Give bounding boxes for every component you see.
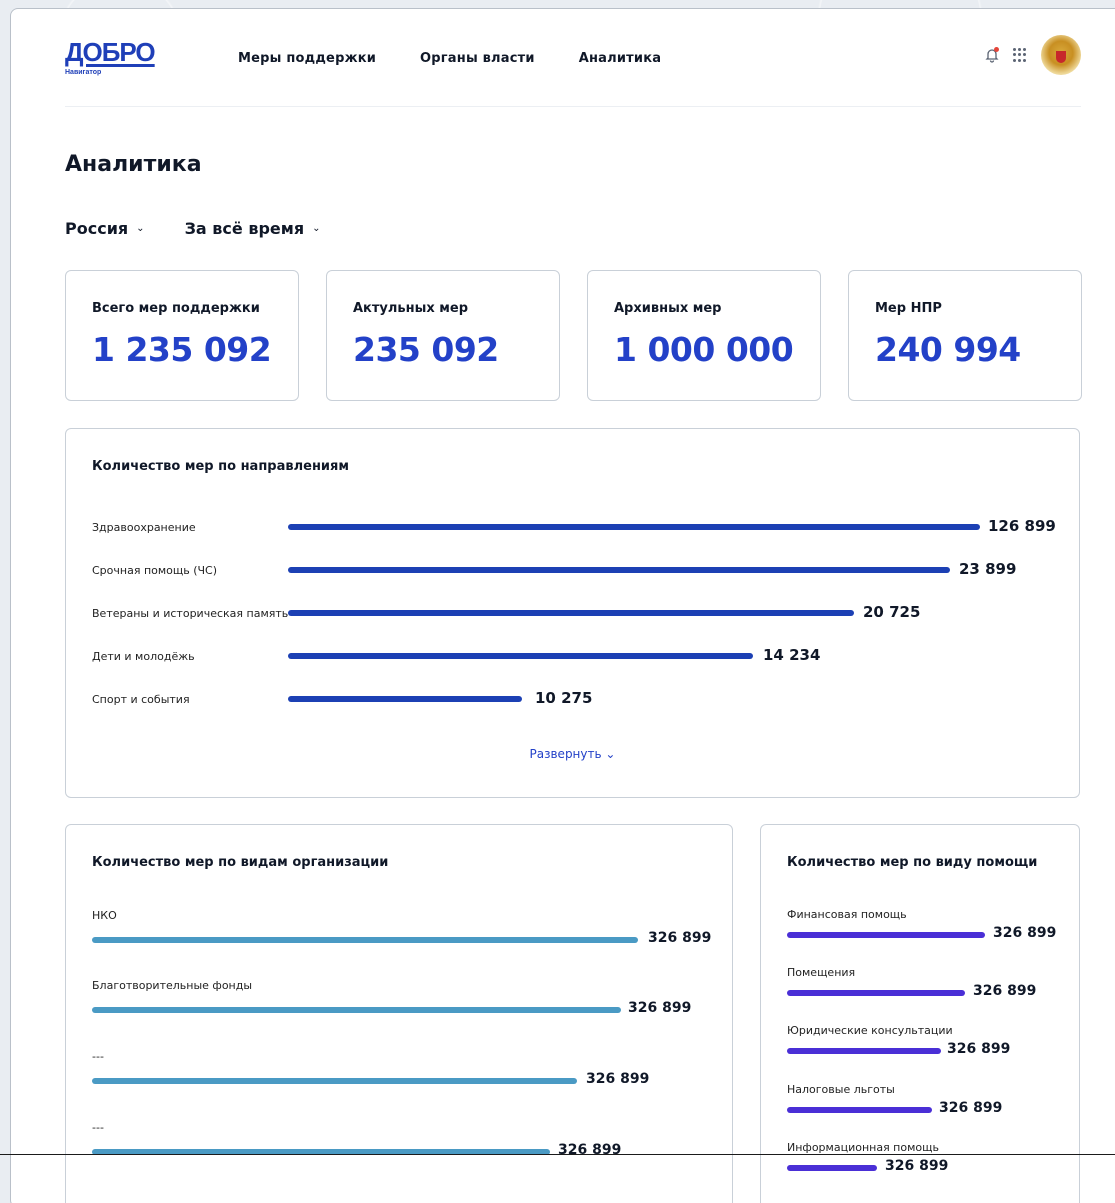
- region-filter-label: Россия: [65, 219, 129, 238]
- direction-label: Спорт и события: [92, 693, 190, 706]
- org-label: Благотворительные фонды: [92, 979, 253, 992]
- org-row: --- 326 899: [92, 1050, 712, 1091]
- help-value: 326 899: [939, 1100, 1003, 1116]
- direction-value: 126 899: [988, 517, 1056, 535]
- direction-bar: [288, 610, 854, 616]
- nav-analytics[interactable]: Аналитика: [579, 51, 662, 66]
- header-actions: [985, 35, 1081, 75]
- direction-label: Дети и молодёжь: [92, 650, 195, 663]
- chevron-down-icon: ⌄: [312, 223, 321, 234]
- filters-bar: Россия ⌄ За всё время ⌄: [65, 219, 321, 238]
- expand-label: Развернуть: [529, 747, 602, 761]
- region-filter[interactable]: Россия ⌄: [65, 219, 145, 238]
- expand-link[interactable]: Развернуть ⌄: [66, 747, 1079, 761]
- org-label: НКО: [92, 909, 117, 922]
- help-row: Финансовая помощь 326 899: [787, 908, 1067, 945]
- org-value: 326 899: [648, 930, 712, 946]
- direction-label: Ветераны и историческая память: [92, 607, 289, 620]
- stat-card-actual: Актульных мер 235 092: [326, 270, 560, 401]
- help-bar: [787, 1048, 941, 1054]
- bell-icon[interactable]: [985, 47, 999, 63]
- direction-bar: [288, 567, 950, 573]
- org-label: ---: [92, 1121, 104, 1134]
- direction-value: 14 234: [763, 646, 821, 664]
- org-bar: [92, 1007, 621, 1013]
- help-bar: [787, 990, 965, 996]
- page-title: Аналитика: [65, 152, 202, 177]
- direction-value: 20 725: [863, 603, 921, 621]
- help-label: Помещения: [787, 966, 856, 979]
- help-types-panel: Количество мер по виду помощи Финансовая…: [760, 824, 1080, 1203]
- divider-line: [0, 1154, 1115, 1155]
- stat-value: 240 994: [875, 330, 1021, 369]
- org-row: НКО 326 899: [92, 909, 712, 950]
- stats-cards: Всего мер поддержки 1 235 092 Актульных …: [65, 270, 1082, 401]
- stat-value: 1 235 092: [92, 330, 272, 369]
- help-label: Информационная помощь: [787, 1141, 939, 1154]
- direction-bar: [288, 524, 980, 530]
- period-filter[interactable]: За всё время ⌄: [185, 219, 321, 238]
- direction-value: 10 275: [535, 689, 593, 707]
- help-row: Юридические консультации 326 899: [787, 1024, 1067, 1061]
- avatar[interactable]: [1041, 35, 1081, 75]
- nav-support-measures[interactable]: Меры поддержки: [238, 51, 376, 66]
- directions-panel: Количество мер по направлениям Здравоохр…: [65, 428, 1080, 798]
- org-label: ---: [92, 1050, 104, 1063]
- direction-bar: [288, 653, 753, 659]
- help-value: 326 899: [885, 1158, 949, 1174]
- notification-dot: [994, 47, 999, 52]
- help-value: 326 899: [993, 925, 1057, 941]
- org-value: 326 899: [586, 1071, 650, 1087]
- org-value: 326 899: [558, 1142, 622, 1158]
- org-bar: [92, 1078, 577, 1084]
- top-header: ДОБРО Навигатор Меры поддержки Органы вл…: [65, 31, 1081, 107]
- coat-of-arms-icon: [1056, 51, 1066, 63]
- stat-card-total: Всего мер поддержки 1 235 092: [65, 270, 299, 401]
- direction-label: Срочная помощь (ЧС): [92, 564, 218, 577]
- stat-card-npr: Мер НПР 240 994: [848, 270, 1082, 401]
- app-window: ДОБРО Навигатор Меры поддержки Органы вл…: [10, 8, 1115, 1203]
- help-value: 326 899: [973, 983, 1037, 999]
- stat-value: 235 092: [353, 330, 499, 369]
- period-filter-label: За всё время: [184, 219, 305, 238]
- help-label: Налоговые льготы: [787, 1083, 895, 1096]
- help-bar: [787, 1165, 877, 1171]
- direction-value: 23 899: [959, 560, 1017, 578]
- chevron-down-icon: ⌄: [605, 747, 616, 761]
- org-row: --- 326 899: [92, 1121, 712, 1162]
- nav-authorities[interactable]: Органы власти: [420, 51, 535, 66]
- stat-value: 1 000 000: [614, 330, 794, 369]
- dobro-logo[interactable]: ДОБРО Навигатор: [65, 39, 175, 89]
- direction-bar: [288, 696, 522, 702]
- chevron-down-icon: ⌄: [136, 223, 145, 234]
- stat-label: Всего мер поддержки: [92, 301, 260, 316]
- help-bar: [787, 932, 985, 938]
- help-bar: [787, 1107, 932, 1113]
- stat-label: Мер НПР: [875, 301, 942, 316]
- logo-subtitle: Навигатор: [65, 69, 102, 76]
- help-row: Помещения 326 899: [787, 966, 1067, 1003]
- help-value: 326 899: [947, 1041, 1011, 1057]
- apps-grid-icon[interactable]: [1013, 48, 1027, 62]
- help-label: Финансовая помощь: [787, 908, 907, 921]
- help-row: Информационная помощь 326 899: [787, 1141, 1067, 1178]
- stat-label: Актульных мер: [353, 301, 469, 316]
- help-row: Налоговые льготы 326 899: [787, 1083, 1067, 1120]
- panel-title: Количество мер по направлениям: [92, 459, 350, 474]
- org-bar: [92, 937, 638, 943]
- help-label: Юридические консультации: [787, 1024, 953, 1037]
- org-value: 326 899: [628, 1000, 692, 1016]
- logo-text: ДОБРО: [65, 37, 156, 67]
- organizations-panel: Количество мер по видам организации НКО …: [65, 824, 733, 1203]
- direction-label: Здравоохранение: [92, 521, 196, 534]
- stat-card-archived: Архивных мер 1 000 000: [587, 270, 821, 401]
- panel-title: Количество мер по виду помощи: [787, 855, 1038, 870]
- org-row: Благотворительные фонды 326 899: [92, 979, 712, 1020]
- panel-title: Количество мер по видам организации: [92, 855, 389, 870]
- main-nav: Меры поддержки Органы власти Аналитика: [238, 51, 661, 66]
- stat-label: Архивных мер: [614, 301, 722, 316]
